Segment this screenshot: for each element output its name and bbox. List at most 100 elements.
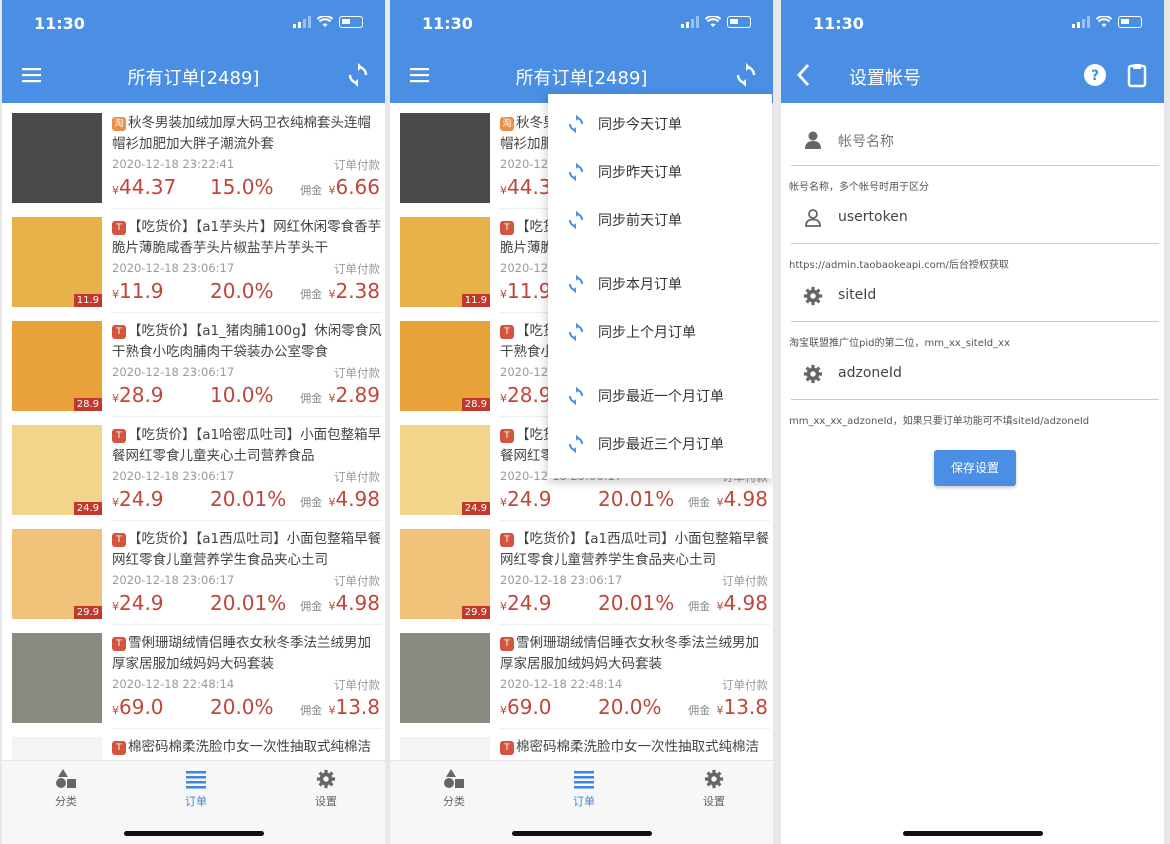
list-icon xyxy=(186,771,206,789)
order-row[interactable]: 24.9 T【吃货价】【a1哈密瓜吐司】小面包整箱早餐网红零食儿童夹心土司营养食品… xyxy=(2,415,385,521)
help-icon[interactable]: ? xyxy=(1082,62,1108,88)
sync-menu-item[interactable]: 同步最近一个月订单 xyxy=(566,382,724,410)
battery-icon xyxy=(339,16,363,28)
signal-icon xyxy=(293,16,311,28)
sync-menu-item[interactable]: 同步上个月订单 xyxy=(566,318,696,346)
sync-menu-item[interactable]: 同步昨天订单 xyxy=(566,158,682,186)
platform-tag-icon: T xyxy=(500,637,514,651)
order-status: 订单付款 xyxy=(334,366,380,380)
order-date: 2020-12-18 23:06:17 xyxy=(112,469,235,483)
commission-amount: 佣金 ¥4.98 xyxy=(300,487,380,511)
order-row[interactable]: 29.9 T 【吃货价】【a1西瓜吐司】小面包整箱早餐网红零食儿童营养学生食品夹心土… xyxy=(390,519,773,625)
order-title: T 雪俐珊瑚绒情侣睡衣女秋冬季法兰绒男加厚家居服加绒妈妈大码套装 xyxy=(112,633,382,675)
sync-icon[interactable] xyxy=(733,62,759,88)
platform-tag-icon: T xyxy=(112,429,126,443)
product-thumbnail: 29.9 xyxy=(12,529,102,619)
product-thumbnail xyxy=(400,633,490,723)
order-content: T【吃货价】【a1芋头片】网红休闲零食香芋脆片薄脆咸香芋头片椒盐芋片芋头干 202… xyxy=(112,217,382,313)
tab-category[interactable]: 分类 xyxy=(26,769,106,809)
sync-menu-label: 同步昨天订单 xyxy=(598,165,682,181)
platform-tag-icon: T xyxy=(500,533,514,547)
tab-orders[interactable]: 订单 xyxy=(544,769,624,809)
order-row[interactable]: 11.9 T【吃货价】【a1芋头片】网红休闲零食香芋脆片薄脆咸香芋头片椒盐芋片芋头… xyxy=(2,207,385,313)
save-settings-button[interactable]: 保存设置 xyxy=(934,450,1016,486)
sync-icon[interactable] xyxy=(345,62,371,88)
person-icon xyxy=(805,131,821,149)
order-title-text: 【吃货价】【a1芋头片】网红休闲零食香芋脆片薄脆咸香芋头片椒盐芋片芋头干 xyxy=(112,219,382,256)
product-thumbnail: 29.9 xyxy=(400,529,490,619)
account-settings-screen: 11:30 设置帐号 ? 帐号名称 帐号名称，多个帐号时用于区分 usertok… xyxy=(781,0,1164,844)
order-date: 2020-12-18 23:06:17 xyxy=(112,261,235,275)
adzoneid-field[interactable]: adzoneId xyxy=(791,348,1159,400)
order-status: 订单付款 xyxy=(334,574,380,588)
sync-icon xyxy=(568,274,584,294)
order-row[interactable]: 29.9 T 【吃货价】【a1西瓜吐司】小面包整箱早餐网红零食儿童营养学生食品夹心土… xyxy=(2,519,385,625)
order-title-text: 雪俐珊瑚绒情侣睡衣女秋冬季法兰绒男加厚家居服加绒妈妈大码套装 xyxy=(500,635,759,672)
home-indicator xyxy=(902,831,1043,836)
thumbnail-price: 24.9 xyxy=(73,502,102,515)
thumbnail-price: 11.9 xyxy=(73,294,102,307)
gear-icon xyxy=(704,769,724,789)
sync-menu-item[interactable]: 同步今天订单 xyxy=(566,110,682,138)
sync-menu-label: 同步本月订单 xyxy=(598,277,682,293)
account-name-placeholder: 帐号名称 xyxy=(838,134,894,150)
paid-amount: ¥28.9 xyxy=(500,383,552,407)
tab-orders[interactable]: 订单 xyxy=(156,769,236,809)
order-date: 2020-12-18 22:48:14 xyxy=(500,677,623,691)
commission-amount: 佣金 ¥2.38 xyxy=(300,279,380,303)
product-thumbnail: 11.9 xyxy=(12,217,102,307)
usertoken-field[interactable]: usertoken xyxy=(791,192,1159,244)
order-numbers: ¥24.9 20.01% 佣金 ¥4.98 xyxy=(112,485,382,511)
order-row[interactable]: T 雪俐珊瑚绒情侣睡衣女秋冬季法兰绒男加厚家居服加绒妈妈大码套装 2020-12-1… xyxy=(2,623,385,729)
tab-settings[interactable]: 设置 xyxy=(286,769,366,809)
sync-menu: 同步今天订单 同步昨天订单 同步前天订单 同步本月订单 同步上个月订单 同步最近… xyxy=(548,94,772,478)
status-icons xyxy=(1072,16,1142,28)
back-arrow-icon[interactable] xyxy=(791,62,817,88)
sync-menu-item[interactable]: 同步前天订单 xyxy=(566,206,682,234)
adzoneid-hint: mm_xx_xx_adzoneId，如果只要订单功能可不填siteId/adzo… xyxy=(789,416,1090,427)
gear-icon xyxy=(803,364,823,384)
sync-menu-item[interactable]: 同步最近三个月订单 xyxy=(566,430,724,458)
commission-amount: 佣金 ¥2.89 xyxy=(300,383,380,407)
clipboard-icon[interactable] xyxy=(1124,62,1150,88)
order-status: 订单付款 xyxy=(722,574,768,588)
platform-tag-icon: T xyxy=(112,533,126,547)
siteid-hint: 淘宝联盟推广位pid的第二位，mm_xx_siteId_xx xyxy=(789,338,1010,349)
order-row[interactable]: 28.9 T【吃货价】【a1_猪肉脯100g】休闲零食风干熟食小吃肉脯肉干袋装办公… xyxy=(2,311,385,417)
order-title: T【吃货价】【a1哈密瓜吐司】小面包整箱早餐网红零食儿童夹心土司营养食品 xyxy=(112,425,382,467)
status-icons xyxy=(293,16,363,28)
usertoken-value: usertoken xyxy=(838,209,908,225)
page-title: 所有订单[2489] xyxy=(127,68,260,89)
tab-label: 分类 xyxy=(443,795,465,808)
order-row[interactable]: T 雪俐珊瑚绒情侣睡衣女秋冬季法兰绒男加厚家居服加绒妈妈大码套装 2020-12-1… xyxy=(390,623,773,729)
commission-amount: 佣金 ¥13.8 xyxy=(688,695,768,719)
tab-settings[interactable]: 设置 xyxy=(674,769,754,809)
order-title-text: 【吃货价】【a1西瓜吐司】小面包整箱早餐网红零食儿童营养学生食品夹心土司 xyxy=(500,531,770,568)
siteid-value: siteId xyxy=(838,287,877,303)
order-title-text: 棉密码棉柔洗脸巾女一次性抽取式纯棉洁 xyxy=(516,739,759,755)
product-thumbnail: 28.9 xyxy=(400,321,490,411)
order-content: T 【吃货价】【a1西瓜吐司】小面包整箱早餐网红零食儿童营养学生食品夹心土司 202… xyxy=(112,529,382,625)
person-outline-icon xyxy=(805,209,821,227)
platform-tag-icon: T xyxy=(500,325,514,339)
gear-icon xyxy=(316,769,336,789)
platform-tag-icon: T xyxy=(500,221,514,235)
usertoken-hint: https://admin.taobaokeapi.com/后台授权获取 xyxy=(789,260,1009,271)
sync-icon xyxy=(568,386,584,406)
sync-menu-item[interactable]: 同步本月订单 xyxy=(566,270,682,298)
home-indicator xyxy=(123,831,264,836)
page-title: 设置帐号 xyxy=(849,68,921,89)
siteid-field[interactable]: siteId xyxy=(791,270,1159,322)
order-content: 淘秋冬男装加绒加厚大码卫衣纯棉套头连帽帽衫加肥加大胖子潮流外套 2020-12-1… xyxy=(112,113,382,209)
account-name-field[interactable]: 帐号名称 xyxy=(791,114,1159,166)
commission-amount: 佣金 ¥4.98 xyxy=(688,591,768,615)
order-title-text: 【吃货价】【a1西瓜吐司】小面包整箱早餐网红零食儿童营养学生食品夹心土司 xyxy=(112,531,382,568)
order-content: T【吃货价】【a1哈密瓜吐司】小面包整箱早餐网红零食儿童夹心土司营养食品 2020… xyxy=(112,425,382,521)
order-row[interactable]: 淘秋冬男装加绒加厚大码卫衣纯棉套头连帽帽衫加肥加大胖子潮流外套 2020-12-1… xyxy=(2,103,385,209)
order-meta: 2020-12-18 23:06:17 订单付款 xyxy=(112,261,382,277)
commission-rate: 20.01% xyxy=(210,487,287,511)
tab-category[interactable]: 分类 xyxy=(414,769,494,809)
app-bar: 11:30 设置帐号 ? xyxy=(781,0,1164,103)
order-numbers: ¥24.9 20.01% 佣金 ¥4.98 xyxy=(112,589,382,615)
order-title: T 【吃货价】【a1西瓜吐司】小面包整箱早餐网红零食儿童营养学生食品夹心土司 xyxy=(112,529,382,571)
